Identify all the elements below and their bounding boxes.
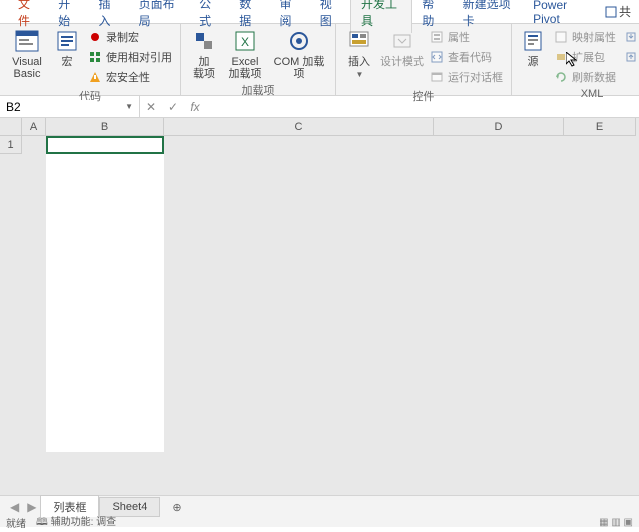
com-addins-button[interactable]: COM 加载项 <box>269 28 329 80</box>
relative-ref-label: 使用相对引用 <box>106 49 172 65</box>
excel-addins-icon: X <box>231 28 259 54</box>
share-button[interactable]: 共 <box>597 0 639 24</box>
cancel-formula-button[interactable]: ✕ <box>140 100 162 114</box>
col-header-B[interactable]: B <box>46 118 164 136</box>
dialog-icon <box>430 70 444 84</box>
group-code: Visual Basic 宏 录制宏 使用相对引用 宏安全性 <box>0 24 181 95</box>
white-region <box>46 152 164 452</box>
visual-basic-icon <box>13 28 41 54</box>
macros-label: 宏 <box>62 56 73 68</box>
refresh-data-button[interactable]: 刷新数据 <box>552 68 618 86</box>
warning-icon <box>88 70 102 84</box>
map-props-icon <box>554 30 568 44</box>
addins-button[interactable]: 加 载项 <box>187 28 221 80</box>
properties-button[interactable]: 属性 <box>428 28 505 46</box>
view-code-label: 查看代码 <box>448 49 492 65</box>
status-bar: 就绪 🕮 辅助功能: 调查 ▦ ▥ ▣ <box>0 517 639 527</box>
refresh-data-label: 刷新数据 <box>572 69 616 85</box>
formula-bar-row: ▼ ✕ ✓ fx <box>0 96 639 118</box>
col-header-E[interactable]: E <box>564 118 636 136</box>
record-macro-label: 录制宏 <box>106 29 139 45</box>
addins-icon <box>190 28 218 54</box>
macro-security-button[interactable]: 宏安全性 <box>86 68 174 86</box>
share-label: 共 <box>619 3 631 20</box>
excel-addins-label: Excel 加载项 <box>229 56 262 80</box>
col-header-D[interactable]: D <box>434 118 564 136</box>
name-box-input[interactable] <box>6 100 96 114</box>
expand-pack-label: 扩展包 <box>572 49 605 65</box>
com-addins-icon <box>285 28 313 54</box>
addins-label: 加 载项 <box>193 56 215 80</box>
export-icon <box>624 50 638 64</box>
chevron-down-icon: ▼ <box>356 70 364 79</box>
sheet-nav-prev[interactable]: ◀ <box>6 500 23 514</box>
xml-export-button[interactable]: 导出 <box>622 48 639 66</box>
svg-text:X: X <box>241 35 249 49</box>
xml-source-button[interactable]: 源 <box>518 28 548 68</box>
visual-basic-label: Visual Basic <box>6 56 48 80</box>
name-box[interactable]: ▼ <box>0 96 140 117</box>
macro-security-label: 宏安全性 <box>106 69 150 85</box>
share-icon <box>605 6 617 18</box>
fx-button[interactable]: fx <box>184 100 206 114</box>
status-ready: 就绪 <box>6 515 26 530</box>
refresh-icon <box>554 70 568 84</box>
import-icon <box>624 30 638 44</box>
col-header-A[interactable]: A <box>22 118 46 136</box>
view-code-button[interactable]: 查看代码 <box>428 48 505 66</box>
insert-control-label: 插入 <box>348 56 370 68</box>
select-all-corner[interactable] <box>0 118 22 136</box>
map-props-label: 映射属性 <box>572 29 616 45</box>
enter-formula-button[interactable]: ✓ <box>162 100 184 114</box>
chevron-down-icon[interactable]: ▼ <box>125 102 133 111</box>
ribbon: Visual Basic 宏 录制宏 使用相对引用 宏安全性 <box>0 24 639 96</box>
col-header-C[interactable]: C <box>164 118 434 136</box>
com-addins-label: COM 加载项 <box>269 56 329 80</box>
view-code-icon <box>430 50 444 64</box>
map-props-button[interactable]: 映射属性 <box>552 28 618 46</box>
properties-icon <box>430 30 444 44</box>
group-addins: 加 载项 X Excel 加载项 COM 加载项 加载项 <box>181 24 336 95</box>
expand-pack-button[interactable]: 扩展包 <box>552 48 618 66</box>
run-dialog-button[interactable]: 运行对话框 <box>428 68 505 86</box>
active-cell-B2[interactable] <box>46 136 164 154</box>
design-mode-label: 设计模式 <box>380 56 424 68</box>
excel-addins-button[interactable]: X Excel 加载项 <box>225 28 265 80</box>
cells-area[interactable] <box>22 136 639 498</box>
view-buttons[interactable]: ▦ ▥ ▣ <box>599 517 633 528</box>
insert-control-icon <box>345 28 373 54</box>
relative-ref-button[interactable]: 使用相对引用 <box>86 48 174 66</box>
record-icon <box>88 30 102 44</box>
group-controls: 插入 ▼ 设计模式 属性 查看代码 运行对话框 <box>336 24 512 95</box>
row-header-1[interactable]: 1 <box>0 136 22 154</box>
macros-button[interactable]: 宏 <box>52 28 82 68</box>
status-accessibility: 🕮 辅助功能: 调查 <box>36 513 116 532</box>
insert-control-button[interactable]: 插入 ▼ <box>342 28 376 79</box>
record-macro-button[interactable]: 录制宏 <box>86 28 174 46</box>
group-xml: 源 映射属性 扩展包 刷新数据 导入 <box>512 24 639 95</box>
design-mode-icon <box>388 28 416 54</box>
xml-import-button[interactable]: 导入 <box>622 28 639 46</box>
macros-icon <box>53 28 81 54</box>
ribbon-tabs: 文件 开始 插入 页面布局 公式 数据 审阅 视图 开发工具 帮助 新建选项卡 … <box>0 0 639 24</box>
properties-label: 属性 <box>448 29 470 45</box>
xml-source-label: 源 <box>528 56 539 68</box>
worksheet-grid[interactable]: A B C D E 1 <box>0 118 639 498</box>
relref-icon <box>88 50 102 64</box>
run-dialog-label: 运行对话框 <box>448 69 503 85</box>
sheet-nav-next[interactable]: ▶ <box>23 500 40 514</box>
source-icon <box>519 28 547 54</box>
visual-basic-button[interactable]: Visual Basic <box>6 28 48 80</box>
design-mode-button[interactable]: 设计模式 <box>380 28 424 68</box>
expand-icon <box>554 50 568 64</box>
add-sheet-button[interactable]: ⊕ <box>160 498 193 517</box>
